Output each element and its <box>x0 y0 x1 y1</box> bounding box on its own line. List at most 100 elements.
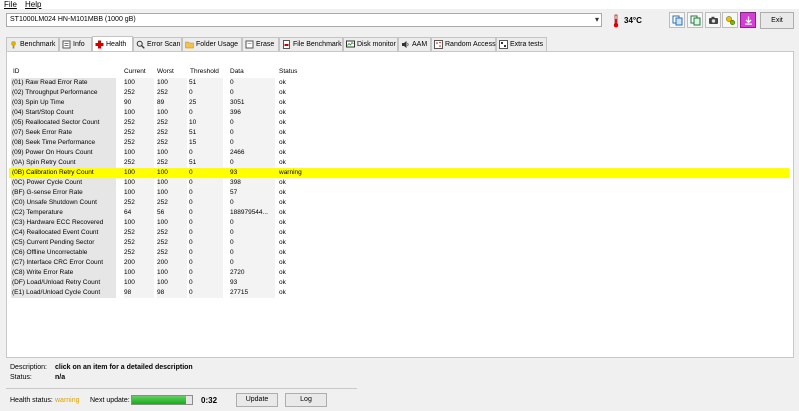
log-button[interactable]: Log <box>285 393 327 407</box>
cell-threshold: 0 <box>189 169 193 176</box>
table-row[interactable]: (0C) Power Cycle Count 100 100 0 398 ok <box>9 178 789 188</box>
update-button[interactable]: Update <box>236 393 278 407</box>
cell-status: ok <box>279 279 286 286</box>
cell-current: 100 <box>124 78 154 88</box>
cell-worst: 252 <box>157 248 187 258</box>
cell-data: 0 <box>230 138 275 148</box>
table-row[interactable]: (E1) Load/Unload Cycle Count 98 98 0 27715 ok <box>9 288 789 298</box>
cell-status: ok <box>279 149 286 156</box>
tab-aam[interactable]: AAM <box>398 37 431 51</box>
tab-extra-tests[interactable]: Extra tests <box>496 37 547 51</box>
options-button[interactable] <box>722 12 738 28</box>
cell-worst: 252 <box>157 118 187 128</box>
cell-id: (0C) Power Cycle Count <box>11 178 116 188</box>
cell-data: 0 <box>230 238 275 248</box>
table-row[interactable]: (C5) Current Pending Sector 252 252 0 0 ok <box>9 238 789 248</box>
col-header-status[interactable]: Status <box>279 68 297 75</box>
exit-button[interactable]: Exit <box>760 12 794 29</box>
cell-id: (0B) Calibration Retry Count <box>12 169 94 176</box>
tab-folder-usage[interactable]: Folder Usage <box>182 37 242 51</box>
screenshot-button[interactable] <box>705 12 721 28</box>
menu-bar: File Help <box>0 0 799 9</box>
cell-data: 0 <box>230 198 275 208</box>
cell-worst: 252 <box>157 128 187 138</box>
cell-worst: 252 <box>157 88 187 98</box>
cell-current: 100 <box>124 108 154 118</box>
copy-button[interactable] <box>669 12 685 28</box>
table-row[interactable]: (C6) Offline Uncorrectable 252 252 0 0 ok <box>9 248 789 258</box>
table-row[interactable]: (02) Throughput Performance 252 252 0 0 ok <box>9 88 789 98</box>
cell-data: 0 <box>230 158 275 168</box>
table-row[interactable]: (05) Reallocated Sector Count 252 252 10 0 ok <box>9 118 789 128</box>
cell-current: 252 <box>124 228 154 238</box>
copy-text-button[interactable] <box>687 12 703 28</box>
table-row[interactable]: (0B) Calibration Retry Count 100 100 0 93 war… <box>9 168 789 178</box>
table-row[interactable]: (DF) Load/Unload Retry Count 100 100 0 93 ok <box>9 278 789 288</box>
health-status-label: Health status: <box>10 397 53 404</box>
table-row[interactable]: (04) Start/Stop Count 100 100 0 396 ok <box>9 108 789 118</box>
download-button[interactable] <box>740 12 756 28</box>
table-row[interactable]: (08) Seek Time Performance 252 252 15 0 ok <box>9 138 789 148</box>
smart-table: ID Current Worst Threshold Data Status (… <box>6 51 794 358</box>
thermometer-icon <box>613 14 619 28</box>
tab-file-benchmark[interactable]: File Benchmark <box>279 37 343 51</box>
cell-data: 0 <box>230 228 275 238</box>
cell-id: (BF) G-sense Error Rate <box>11 188 116 198</box>
col-header-current[interactable]: Current <box>124 68 146 75</box>
cell-threshold: 0 <box>189 198 223 208</box>
table-row[interactable]: (C3) Hardware ECC Recovered 100 100 0 0 ok <box>9 218 789 228</box>
cell-worst: 252 <box>157 228 187 238</box>
table-row[interactable]: (BF) G-sense Error Rate 100 100 0 57 ok <box>9 188 789 198</box>
cell-id: (E1) Load/Unload Cycle Count <box>11 288 116 298</box>
cell-threshold: 0 <box>189 278 223 288</box>
table-row[interactable]: (C2) Temperature 64 56 0 188979544... ok <box>9 208 789 218</box>
cell-data: 396 <box>230 108 275 118</box>
table-row[interactable]: (09) Power On Hours Count 100 100 0 2466 ok <box>9 148 789 158</box>
tab-benchmark[interactable]: Benchmark <box>6 37 59 51</box>
menu-help[interactable]: Help <box>25 0 41 9</box>
table-row[interactable]: (01) Raw Read Error Rate 100 100 51 0 ok <box>9 78 789 88</box>
next-update-label: Next update: <box>90 397 130 404</box>
col-header-worst[interactable]: Worst <box>157 68 174 75</box>
cell-current: 252 <box>124 138 154 148</box>
cell-threshold: 0 <box>189 248 223 258</box>
col-header-id[interactable]: ID <box>13 68 20 75</box>
cell-current: 252 <box>124 158 154 168</box>
cell-data: 2720 <box>230 268 275 278</box>
col-header-threshold[interactable]: Threshold <box>190 68 219 75</box>
cell-status: ok <box>279 199 286 206</box>
tab-info[interactable]: Info <box>59 37 92 51</box>
tab-error-scan[interactable]: Error Scan <box>133 37 182 51</box>
device-select[interactable]: ST1000LM024 HN-M101MBB (1000 gB) ▾ <box>6 13 602 27</box>
cell-worst: 100 <box>157 78 187 88</box>
table-row[interactable]: (C8) Write Error Rate 100 100 0 2720 ok <box>9 268 789 278</box>
cell-status: warning <box>279 169 302 176</box>
col-header-data[interactable]: Data <box>230 68 244 75</box>
cell-worst: 252 <box>157 198 187 208</box>
cell-data: 2466 <box>230 148 275 158</box>
cell-current: 100 <box>124 148 154 158</box>
table-row[interactable]: (03) Spin Up Time 90 89 25 3051 ok <box>9 98 789 108</box>
table-row[interactable]: (0A) Spin Retry Count 252 252 51 0 ok <box>9 158 789 168</box>
tab-random-access[interactable]: Random Access <box>431 37 496 51</box>
table-row[interactable]: (C0) Unsafe Shutdown Count 252 252 0 0 ok <box>9 198 789 208</box>
tab-erase[interactable]: Erase <box>242 37 279 51</box>
cell-worst: 100 <box>157 169 168 176</box>
table-row[interactable]: (C7) Interface CRC Error Count 200 200 0 0 ok <box>9 258 789 268</box>
camera-icon <box>708 16 718 24</box>
table-row[interactable]: (C4) Reallocated Event Count 252 252 0 0 ok <box>9 228 789 238</box>
menu-file[interactable]: File <box>4 0 17 9</box>
tab-disk-monitor[interactable]: Disk monitor <box>343 37 398 51</box>
temperature-readout: 34°C <box>624 16 642 25</box>
table-row[interactable]: (07) Seek Error Rate 252 252 51 0 ok <box>9 128 789 138</box>
cell-worst: 252 <box>157 158 187 168</box>
cell-threshold: 0 <box>189 108 223 118</box>
cell-current: 252 <box>124 248 154 258</box>
cell-worst: 100 <box>157 268 187 278</box>
chevron-down-icon[interactable]: ▾ <box>595 15 599 25</box>
speaker-icon <box>402 41 409 48</box>
cell-threshold: 25 <box>189 98 223 108</box>
cell-worst: 200 <box>157 258 187 268</box>
erase-icon <box>245 40 254 49</box>
tab-health[interactable]: Health <box>92 36 133 51</box>
